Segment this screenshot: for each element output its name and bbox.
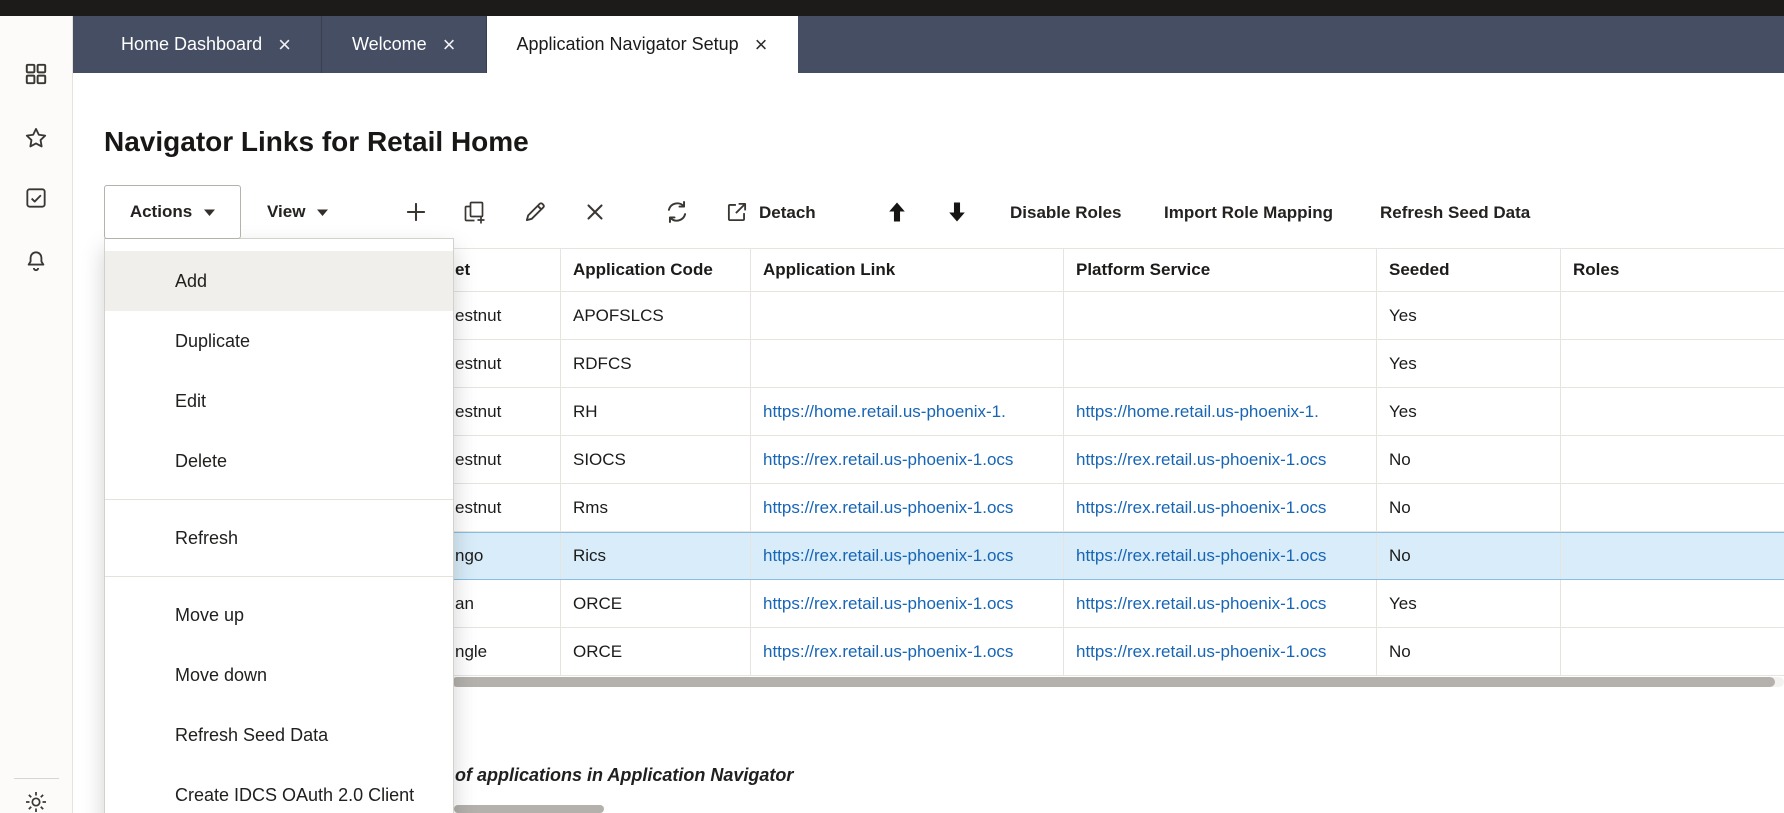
cell-application-code: SIOCS xyxy=(561,436,751,483)
cell-application-link[interactable] xyxy=(751,340,1064,387)
cell-application-code: Rms xyxy=(561,484,751,531)
scrollbar-thumb[interactable] xyxy=(452,677,1775,687)
cell-roles xyxy=(1561,628,1784,675)
cell-roles xyxy=(1561,436,1784,483)
left-sidebar xyxy=(0,16,73,813)
menu-item-duplicate[interactable]: Duplicate xyxy=(105,311,453,371)
cell-roles xyxy=(1561,580,1784,627)
apps-grid-icon[interactable] xyxy=(23,61,49,87)
close-icon[interactable]: × xyxy=(278,33,291,56)
menu-separator xyxy=(105,499,453,500)
menu-item-add[interactable]: Add xyxy=(105,251,453,311)
tab-label: Welcome xyxy=(351,34,427,54)
cell-application-link[interactable]: https://home.retail.us-phoenix-1. xyxy=(751,388,1064,435)
chevron-down-icon xyxy=(317,209,329,216)
column-header-application-code[interactable]: Application Code xyxy=(561,249,751,291)
refresh-seed-data-button[interactable]: Refresh Seed Data xyxy=(1380,203,1530,223)
cell-application-link[interactable] xyxy=(751,292,1064,339)
cell-application-code: ORCE xyxy=(561,580,751,627)
top-black-bar xyxy=(0,0,1784,16)
tab-label: Application Navigator Setup xyxy=(516,34,739,54)
menu-item-edit[interactable]: Edit xyxy=(105,371,453,431)
cell-roles xyxy=(1561,340,1784,387)
cell-application-link[interactable]: https://rex.retail.us-phoenix-1.ocs xyxy=(751,628,1064,675)
cell-platform-service[interactable]: https://rex.retail.us-phoenix-1.ocs xyxy=(1064,533,1377,579)
cell-platform-service[interactable] xyxy=(1064,340,1377,387)
disable-roles-button[interactable]: Disable Roles xyxy=(1010,203,1122,223)
settings-gear-icon[interactable] xyxy=(23,789,49,813)
cell-platform-service[interactable]: https://rex.retail.us-phoenix-1.ocs xyxy=(1064,436,1377,483)
menu-item-move-down[interactable]: Move down xyxy=(105,645,453,705)
cell-platform-service[interactable]: https://rex.retail.us-phoenix-1.ocs xyxy=(1064,484,1377,531)
cell-roles xyxy=(1561,533,1784,579)
edit-pencil-icon[interactable] xyxy=(521,198,549,226)
view-button-label: View xyxy=(267,202,306,221)
cell-application-code: Rics xyxy=(561,533,751,579)
menu-item-refresh[interactable]: Refresh xyxy=(105,508,453,568)
duplicate-icon[interactable] xyxy=(461,198,489,226)
application-window: Home Dashboard × Welcome × Application N… xyxy=(0,0,1784,813)
tab-home-dashboard[interactable]: Home Dashboard × xyxy=(91,16,322,73)
tab-bar: Home Dashboard × Welcome × Application N… xyxy=(73,16,1784,73)
cell-platform-service[interactable]: https://rex.retail.us-phoenix-1.ocs xyxy=(1064,628,1377,675)
bottom-scrollbar-thumb[interactable] xyxy=(454,805,604,813)
detach-icon[interactable] xyxy=(723,198,751,226)
tab-label: Home Dashboard xyxy=(121,34,263,54)
cell-seeded: Yes xyxy=(1377,292,1561,339)
tasks-icon[interactable] xyxy=(23,185,49,211)
cell-seeded: No xyxy=(1377,436,1561,483)
cell-application-code: ORCE xyxy=(561,628,751,675)
close-icon[interactable]: × xyxy=(443,33,456,56)
cell-platform-service[interactable]: https://rex.retail.us-phoenix-1.ocs xyxy=(1064,580,1377,627)
refresh-icon[interactable] xyxy=(663,198,691,226)
page-title: Navigator Links for Retail Home xyxy=(104,126,529,157)
tab-welcome[interactable]: Welcome × xyxy=(322,16,487,73)
cell-seeded: Yes xyxy=(1377,340,1561,387)
column-header-roles[interactable]: Roles xyxy=(1561,249,1784,291)
sidebar-divider xyxy=(14,778,59,779)
actions-menu-button[interactable]: Actions xyxy=(104,185,241,239)
column-header-seeded[interactable]: Seeded xyxy=(1377,249,1561,291)
cell-application-link[interactable]: https://rex.retail.us-phoenix-1.ocs xyxy=(751,580,1064,627)
close-icon[interactable]: × xyxy=(755,33,768,56)
column-header-platform-service[interactable]: Platform Service xyxy=(1064,249,1377,291)
actions-button-label: Actions xyxy=(129,202,193,221)
menu-item-refresh-seed-data[interactable]: Refresh Seed Data xyxy=(105,705,453,765)
cell-application-link[interactable]: https://rex.retail.us-phoenix-1.ocs xyxy=(751,484,1064,531)
cell-roles xyxy=(1561,292,1784,339)
move-up-icon[interactable] xyxy=(883,198,911,226)
notifications-bell-icon[interactable] xyxy=(23,248,49,274)
actions-dropdown-menu: Add Duplicate Edit Delete Refresh Move u… xyxy=(104,238,454,813)
menu-separator xyxy=(105,576,453,577)
cell-application-code: RH xyxy=(561,388,751,435)
add-plus-icon[interactable] xyxy=(402,198,430,226)
move-down-icon[interactable] xyxy=(943,198,971,226)
import-role-mapping-button[interactable]: Import Role Mapping xyxy=(1164,203,1333,223)
cell-platform-service[interactable] xyxy=(1064,292,1377,339)
cell-application-link[interactable]: https://rex.retail.us-phoenix-1.ocs xyxy=(751,436,1064,483)
display-order-hint-text: of applications in Application Navigator xyxy=(455,765,794,785)
menu-item-move-up[interactable]: Move up xyxy=(105,585,453,645)
cell-application-link[interactable]: https://rex.retail.us-phoenix-1.ocs xyxy=(751,533,1064,579)
cell-seeded: No xyxy=(1377,484,1561,531)
chevron-down-icon xyxy=(204,209,216,216)
cell-seeded: No xyxy=(1377,533,1561,579)
cell-application-code: RDFCS xyxy=(561,340,751,387)
favorites-star-icon[interactable] xyxy=(23,125,49,151)
cell-seeded: Yes xyxy=(1377,388,1561,435)
cell-seeded: Yes xyxy=(1377,580,1561,627)
view-menu-button[interactable]: View xyxy=(267,185,329,239)
detach-button[interactable]: Detach xyxy=(759,203,816,223)
cell-seeded: No xyxy=(1377,628,1561,675)
tab-application-navigator-setup[interactable]: Application Navigator Setup × xyxy=(486,16,798,73)
menu-item-create-idcs-oauth-client[interactable]: Create IDCS OAuth 2.0 Client xyxy=(105,765,453,813)
cell-platform-service[interactable]: https://home.retail.us-phoenix-1. xyxy=(1064,388,1377,435)
cell-roles xyxy=(1561,484,1784,531)
delete-x-icon[interactable] xyxy=(581,198,609,226)
cell-roles xyxy=(1561,388,1784,435)
cell-application-code: APOFSLCS xyxy=(561,292,751,339)
menu-item-delete[interactable]: Delete xyxy=(105,431,453,491)
column-header-application-link[interactable]: Application Link xyxy=(751,249,1064,291)
